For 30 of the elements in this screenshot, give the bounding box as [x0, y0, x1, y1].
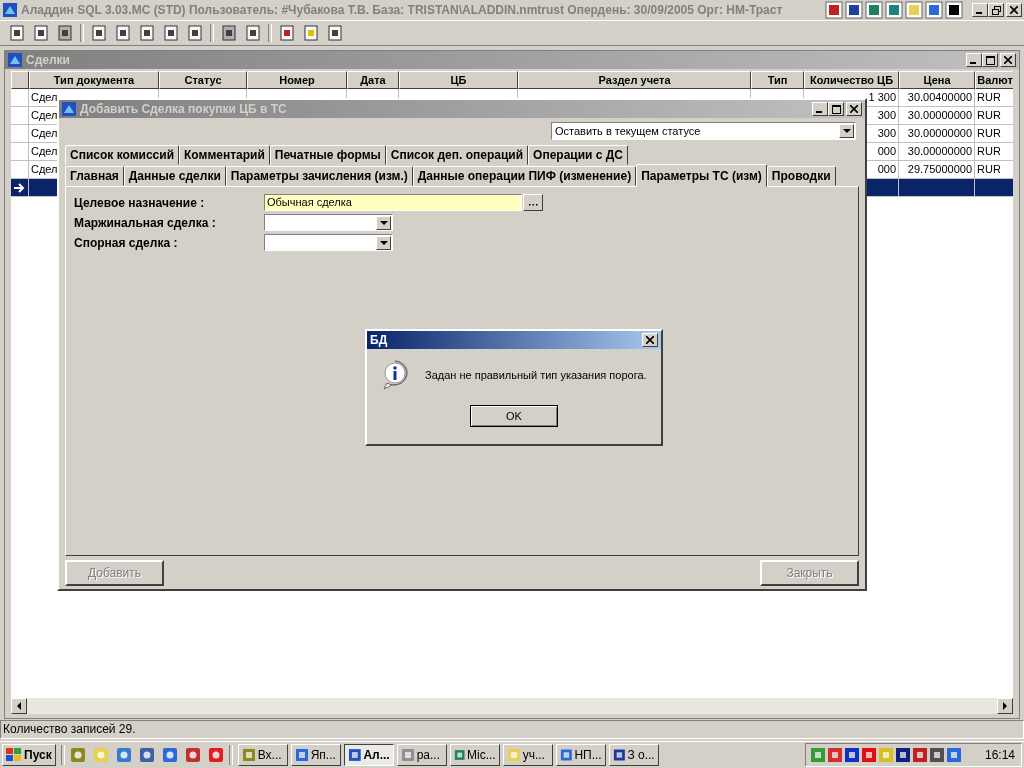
- table-cell: RUR: [977, 127, 1001, 139]
- table-cell: 30.00400000: [907, 91, 972, 103]
- field-label: Маржинальная сделка :: [74, 215, 217, 230]
- dialog-title: Добавить Сделка покупки ЦБ в ТС: [80, 102, 287, 116]
- message-text: Задан не правильный тип указания порога.: [425, 369, 647, 381]
- table-cell: Сдел: [31, 109, 58, 121]
- table-cell: RUR: [977, 145, 1001, 157]
- window-title: Сделки: [26, 53, 70, 67]
- table-cell: 000: [877, 145, 896, 157]
- table-cell: 30.00000000: [907, 127, 972, 139]
- dialog-title: БД: [370, 333, 388, 347]
- clock: 16:14: [984, 748, 1015, 762]
- table-cell: RUR: [977, 91, 1001, 103]
- table-cell: 300: [877, 127, 896, 139]
- table-cell: 30.00000000: [907, 109, 972, 121]
- table-cell: Сдел: [31, 91, 58, 103]
- table-cell: Сдел: [31, 127, 58, 139]
- field-label: Целевое назначение :: [74, 195, 206, 210]
- window-title: Аладдин SQL 3.03.MC (STD) Пользователь: #Чубакова Т.В. База: TRISTAN\ALADDIN.nmtrust Опердень: 30/09/2005 Орг: НМ-Траст: [21, 3, 783, 17]
- table-cell: Сдел: [31, 163, 58, 175]
- table-cell: 30.00000000: [907, 145, 972, 157]
- status-text: Количество записей 29.: [3, 722, 136, 736]
- table-cell: 29.75000000: [907, 163, 972, 175]
- table-cell: 300: [877, 109, 896, 121]
- table-cell: 1 300: [868, 91, 896, 103]
- table-cell: RUR: [977, 163, 1001, 175]
- table-cell: Сдел: [31, 145, 58, 157]
- field-label: Спорная сделка :: [74, 235, 179, 250]
- table-cell: 000: [877, 163, 896, 175]
- table-cell: RUR: [977, 109, 1001, 121]
